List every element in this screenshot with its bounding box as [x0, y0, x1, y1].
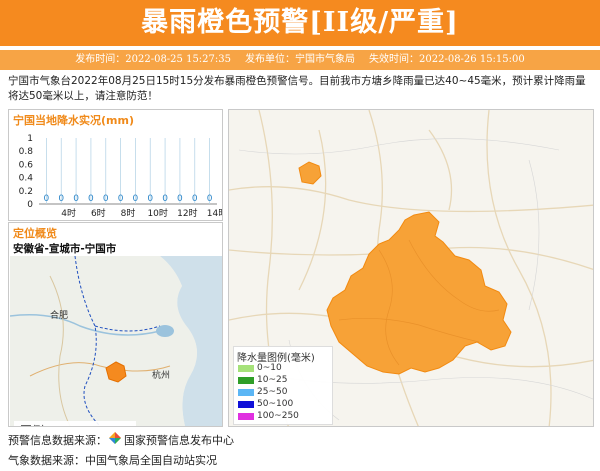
rain-legend-item-100-250: 100~250: [238, 411, 299, 421]
y-tick-label: 0.2: [19, 187, 33, 197]
weather-source-text: 气象数据来源：中国气象局全国自动站实况: [8, 454, 217, 467]
city-label-hefei: 合肥: [50, 311, 69, 321]
rain-legend-item-10-25: 10~25: [238, 375, 287, 385]
rain-legend-item-0-10: 0~10: [238, 363, 282, 373]
rain-legend-title: 降水量图例(毫米): [237, 353, 315, 364]
publish-time: 发布时间：2022-08-25 15:27:35: [75, 54, 231, 65]
warning-source-line: 预警信息数据来源： 国家预警信息发布中心: [8, 432, 234, 448]
rain-value-label: 0: [73, 194, 79, 204]
x-tick-label: 12时: [177, 207, 197, 219]
rain-legend-item-25-50: 25~50: [238, 387, 287, 397]
rain-value-label: 0: [103, 194, 109, 204]
swatch-10-25: [238, 376, 254, 384]
swatch-100-250: [238, 412, 254, 420]
warning-title-banner: 暴雨橙色预警[II级/严重]: [0, 0, 600, 46]
overview-legend-title: 图例: [20, 422, 44, 426]
y-tick-label: 0.4: [19, 174, 34, 184]
x-tick-label: 8时: [121, 207, 136, 219]
y-tick-label: 0: [27, 200, 33, 210]
swatch-25-50: [238, 388, 254, 396]
expire-time: 失效时间：2022-08-26 15:15:00: [369, 54, 525, 65]
rain-value-label: 0: [207, 194, 213, 204]
rain-value-label: 0: [58, 194, 64, 204]
y-tick-label: 0.6: [19, 160, 34, 170]
warning-area-map[interactable]: 降水量图例(毫米) 0~10 10~25 25~50 50~100 100~25…: [228, 109, 594, 427]
rain-value-label: 0: [133, 194, 139, 204]
rain-value-label: 0: [44, 194, 50, 204]
rain-chart-panel: 宁国当地降水实况(mm) 1 0.8 0.6 0.4 0.2 0 0 0 0 0 0 0 0 0 0 0 0 0 4…: [8, 109, 223, 221]
y-tick-label: 1: [27, 134, 33, 144]
rain-value-label: 0: [177, 194, 183, 204]
warning-center-logo-icon: [109, 432, 121, 444]
location-path: 安徽省-宣城市-宁国市: [13, 243, 117, 255]
warning-meta-bar: 发布时间：2022-08-25 15:27:35 发布单位：宁国市气象局 失效时…: [0, 50, 600, 70]
x-tick-label: 6时: [91, 207, 106, 219]
rain-value-label: 0: [88, 194, 94, 204]
overview-map-graphic: [10, 256, 222, 426]
location-overview-map: 合肥 杭州 图例 国界 省界: [10, 256, 222, 426]
rain-legend: 降水量图例(毫米) 0~10 10~25 25~50 50~100 100~25…: [233, 346, 333, 425]
rain-legend-item-50-100: 50~100: [238, 399, 293, 409]
warning-title: 暴雨橙色预警[II级/严重]: [141, 7, 459, 38]
rain-value-label: 0: [192, 194, 198, 204]
overview-legend: 图例 国界 省界: [14, 421, 136, 426]
publisher: 发布单位：宁国市气象局: [245, 54, 355, 65]
x-tick-label: 4时: [61, 207, 76, 219]
weather-source-line: 气象数据来源：中国气象局全国自动站实况: [8, 452, 217, 468]
x-tick-label: 14时: [207, 207, 222, 219]
rain-value-label: 0: [118, 194, 124, 204]
rain-value-label: 0: [162, 194, 168, 204]
city-label-hangzhou: 杭州: [152, 371, 171, 381]
rain-value-label: 0: [147, 194, 153, 204]
rain-chart: 10.80.60.40.200 0 0 0 0 0 0 0 0 0 0 04时 6时 8时 10时 12时 14…: [19, 134, 222, 219]
warning-source-text: 预警信息数据来源： 国家预警信息发布中心: [8, 432, 234, 447]
swatch-50-100: [238, 400, 254, 408]
warning-description: 宁国市气象台2022年08月25日15时15分发布暴雨橙色预警信号。目前我市方塘…: [8, 75, 586, 102]
location-title: 定位概览: [13, 227, 57, 240]
swatch-0-10: [238, 364, 254, 372]
y-tick-label: 0.8: [19, 147, 34, 157]
location-panel: 定位概览 安徽省-宣城市-宁国市 合肥 杭州 图例 国界: [8, 222, 223, 427]
x-tick-label: 10时: [147, 207, 167, 219]
